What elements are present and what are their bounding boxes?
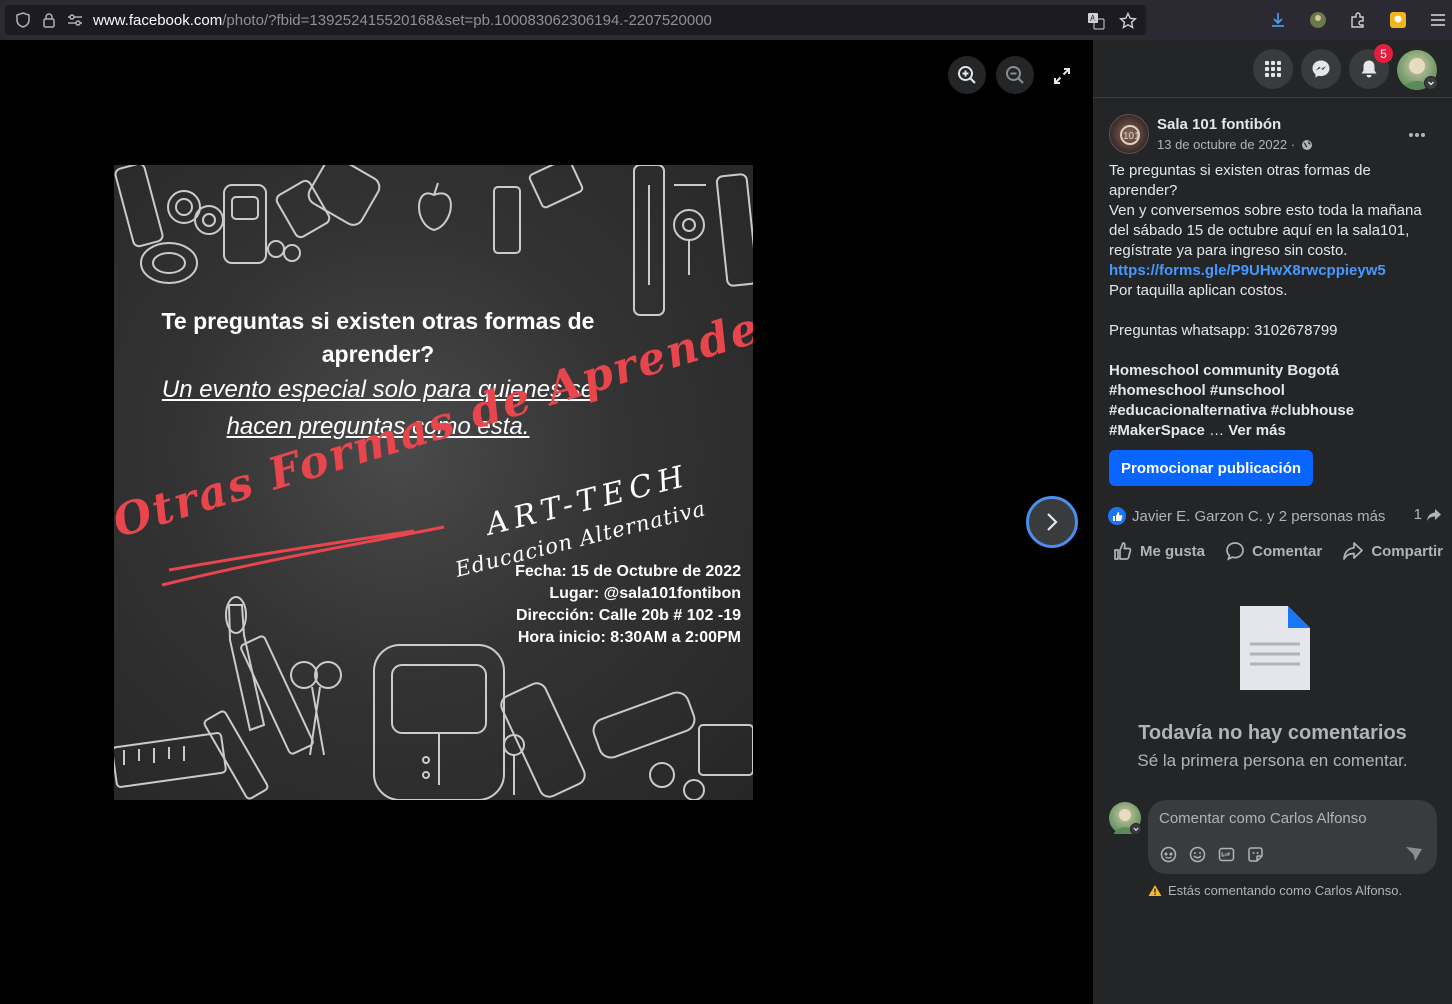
zoom-in-button[interactable] (948, 56, 986, 94)
comment-bubble-icon (1226, 542, 1245, 561)
post-photo: Te preguntas si existen otras formas de … (114, 165, 753, 800)
commenting-as-notice: Estás comentando como Carlos Alfonso. (1148, 883, 1402, 898)
poster-event-info: Fecha: 15 de Octubre de 2022 Lugar: @sal… (515, 561, 741, 649)
fullscreen-button[interactable] (1046, 60, 1078, 92)
like-button[interactable]: Me gusta (1113, 540, 1205, 562)
page-name-link[interactable]: Sala 101 fontibón (1157, 116, 1281, 133)
messenger-button[interactable] (1301, 49, 1341, 89)
bookmark-star-icon[interactable] (1118, 11, 1138, 31)
lock-icon[interactable] (41, 12, 57, 28)
emoji-icon[interactable] (1189, 846, 1206, 863)
no-comments-subtitle: Sé la primera persona en comentar. (1137, 751, 1408, 770)
post-options-button[interactable] (1408, 122, 1426, 143)
post-text-line-2: Ven y conversemos sobre esto toda la mañ… (1109, 202, 1422, 259)
share-label: Compartir (1371, 542, 1443, 560)
zoom-in-icon (958, 66, 976, 84)
share-count[interactable]: 1 (1414, 506, 1442, 523)
commenting-as-text: Estás comentando como Carlos Alfonso. (1168, 883, 1403, 898)
like-reaction-icon (1108, 507, 1126, 525)
zoom-out-icon (1006, 66, 1024, 84)
post-text-line-1: Te preguntas si existen otras formas de … (1109, 162, 1371, 199)
url-text[interactable]: www.facebook.com/photo/?fbid=13925241552… (93, 12, 712, 29)
thumbs-up-icon (1114, 542, 1132, 560)
bell-icon (1361, 60, 1377, 78)
comment-composer (1148, 800, 1437, 874)
poster-info-date: Fecha: 15 de Octubre de 2022 (515, 563, 741, 580)
post-text-paragraph: Ven y conversemos sobre esto toda la mañ… (1109, 201, 1434, 281)
grid-menu-icon (1265, 61, 1281, 77)
registration-link[interactable]: https://forms.gle/P9UHwX8rwcppieyw5 (1109, 262, 1386, 279)
messenger-icon (1312, 60, 1330, 78)
extension-yellow-icon[interactable] (1388, 10, 1408, 30)
post-body: Te preguntas si existen otras formas de … (1109, 161, 1434, 441)
comment-input[interactable] (1159, 810, 1419, 827)
no-comments-title: Todavía no hay comentarios (1138, 722, 1407, 744)
post-timestamp[interactable]: 13 de octubre de 2022 · (1157, 137, 1313, 152)
sticker-icon[interactable] (1247, 846, 1264, 863)
more-dots-icon (1409, 133, 1425, 137)
poster-info-place: Lugar: @sala101fontibon (549, 585, 741, 602)
globe-icon (1301, 140, 1312, 150)
post-ellipsis: … (1204, 422, 1229, 439)
browser-toolbar: www.facebook.com/photo/?fbid=13925241552… (0, 0, 1452, 40)
document-illustration-icon (1240, 606, 1310, 690)
avatar-sticker-icon[interactable] (1160, 846, 1177, 863)
share-icon (1343, 542, 1364, 560)
extensions-puzzle-icon[interactable] (1348, 10, 1368, 30)
page-avatar[interactable]: 101 (1109, 114, 1149, 154)
notification-badge: 5 (1374, 44, 1393, 63)
send-comment-icon[interactable] (1405, 846, 1423, 862)
comment-label: Comentar (1252, 542, 1323, 560)
share-button[interactable]: Compartir (1342, 540, 1443, 562)
post-text-line-4: Preguntas whatsapp: 3102678799 (1109, 322, 1338, 339)
reactions-names[interactable]: Javier E. Garzon C. y 2 personas más (1132, 508, 1385, 525)
see-more-link[interactable]: Ver más (1228, 422, 1286, 439)
extension-avatar-icon[interactable] (1308, 10, 1328, 30)
warning-icon (1148, 885, 1162, 896)
menu-hamburger-icon[interactable] (1428, 10, 1448, 30)
share-count-number: 1 (1413, 506, 1422, 523)
like-label: Me gusta (1140, 542, 1206, 560)
url-domain: www.facebook.com (93, 11, 223, 29)
post-actions: Me gusta Comentar Compartir (1113, 540, 1443, 562)
page-logo: 101 (1120, 125, 1140, 145)
menu-grid-button[interactable] (1253, 49, 1293, 89)
address-bar[interactable]: www.facebook.com/photo/?fbid=13925241552… (5, 5, 1146, 35)
poster-question: Te preguntas si existen otras formas de … (161, 308, 595, 367)
zoom-out-button[interactable] (996, 56, 1034, 94)
post-date-text: 13 de octubre de 2022 · (1157, 137, 1296, 152)
svg-text:101: 101 (1123, 131, 1140, 142)
poster-info-address: Dirección: Calle 20b # 102 -19 (516, 607, 741, 624)
share-arrow-icon (1427, 508, 1441, 521)
shield-icon[interactable] (15, 12, 31, 28)
translate-icon[interactable]: A (1086, 11, 1106, 31)
reactions-summary: Javier E. Garzon C. y 2 personas más 1 (1108, 506, 1442, 526)
gif-icon[interactable] (1218, 846, 1235, 863)
promote-post-button[interactable]: Promocionar publicación (1109, 450, 1313, 486)
site-permissions-icon[interactable] (67, 12, 83, 28)
comment-button[interactable]: Comentar (1225, 540, 1322, 562)
composer-tools (1160, 846, 1264, 863)
poster-info-time: Hora inicio: 8:30AM a 2:00PM (517, 629, 741, 646)
account-chevron-icon[interactable] (1424, 76, 1438, 90)
expand-icon (1054, 68, 1070, 84)
commenter-chevron-icon[interactable] (1130, 823, 1142, 835)
downloads-icon[interactable] (1268, 10, 1288, 30)
chevron-right-icon (1047, 513, 1058, 531)
post-text-line-3: Por taquilla aplican costos. (1109, 282, 1288, 299)
url-path: /photo/?fbid=139252415520168&set=pb.1000… (222, 11, 712, 29)
next-photo-button[interactable] (1026, 496, 1078, 548)
